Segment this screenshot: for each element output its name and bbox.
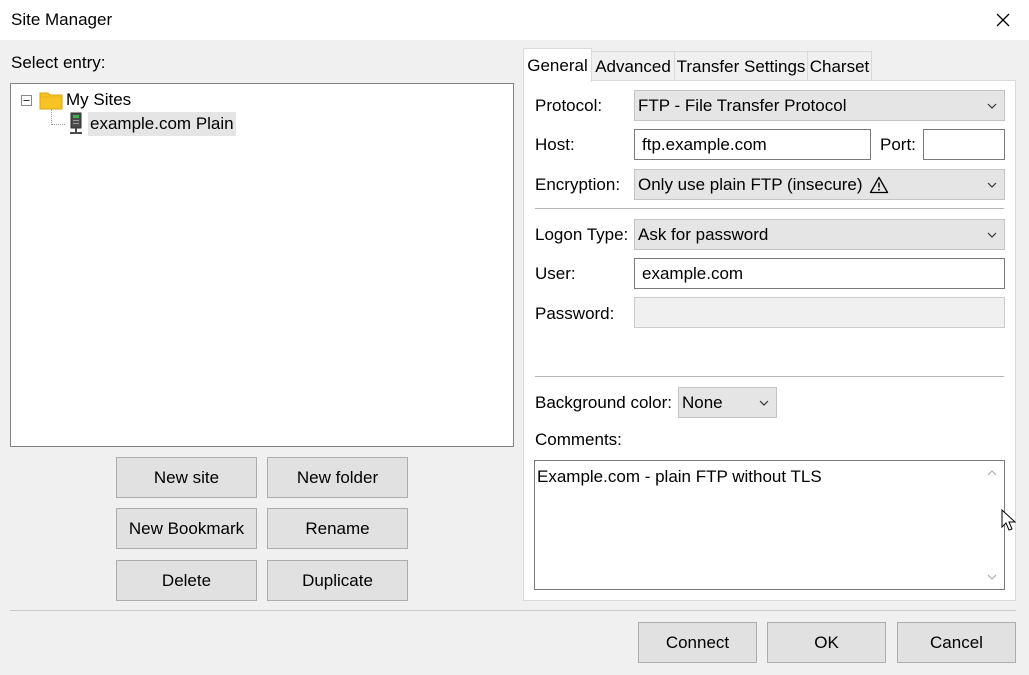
duplicate-button[interactable]: Duplicate: [267, 560, 408, 601]
separator: [535, 376, 1004, 377]
scroll-up-icon[interactable]: [986, 469, 998, 477]
user-input[interactable]: example.com: [634, 258, 1005, 289]
host-label: Host:: [535, 135, 575, 154]
tab-advanced[interactable]: Advanced: [591, 51, 675, 81]
encryption-value: Only use plain FTP (insecure): [638, 174, 863, 194]
tab-general[interactable]: General: [523, 48, 592, 82]
comments-textarea[interactable]: Example.com - plain FTP without TLS: [534, 460, 1005, 590]
footer-separator: [10, 610, 1016, 611]
chevron-down-icon: [986, 102, 998, 110]
connect-button[interactable]: Connect: [638, 622, 757, 663]
host-input[interactable]: ftp.example.com: [634, 129, 871, 160]
mouse-cursor-icon: [1001, 508, 1017, 538]
encryption-select[interactable]: Only use plain FTP (insecure): [634, 169, 1005, 200]
server-icon: [67, 112, 85, 136]
protocol-label: Protocol:: [535, 96, 603, 115]
tab-transfer-settings[interactable]: Transfer Settings: [674, 51, 808, 81]
ok-button[interactable]: OK: [767, 622, 886, 663]
logon-type-select[interactable]: Ask for password: [634, 219, 1005, 250]
site-tree[interactable]: My Sites example.com Plain: [10, 83, 514, 447]
chevron-down-icon: [986, 231, 998, 239]
chevron-down-icon: [986, 181, 998, 189]
delete-button[interactable]: Delete: [116, 560, 257, 601]
background-color-select[interactable]: None: [678, 387, 777, 418]
rename-button[interactable]: Rename: [267, 508, 408, 549]
folder-icon: [39, 90, 63, 110]
comments-label: Comments:: [535, 430, 622, 449]
collapse-icon: [20, 94, 32, 106]
logon-type-label: Logon Type:: [535, 225, 629, 244]
warning-icon: [869, 176, 889, 194]
logon-type-value: Ask for password: [638, 224, 769, 244]
tree-expander-icon[interactable]: [19, 93, 33, 107]
password-input-disabled: [634, 297, 1005, 328]
tree-item-label: My Sites: [66, 90, 132, 109]
host-value: ftp.example.com: [642, 134, 767, 154]
protocol-select[interactable]: FTP - File Transfer Protocol: [634, 90, 1005, 121]
new-bookmark-button[interactable]: New Bookmark: [116, 508, 257, 549]
background-color-value: None: [682, 392, 723, 412]
tree-item-site[interactable]: example.com Plain: [67, 111, 236, 137]
user-value: example.com: [642, 263, 744, 283]
chevron-down-icon: [758, 399, 770, 407]
tree-connector-horizontal: [51, 124, 65, 126]
close-icon: [996, 13, 1010, 27]
scroll-down-icon[interactable]: [986, 573, 998, 581]
title-bar: Site Manager: [0, 0, 1029, 40]
tree-item-my-sites[interactable]: My Sites: [19, 88, 131, 112]
tab-charset[interactable]: Charset: [807, 51, 872, 81]
select-entry-label: Select entry:: [11, 53, 106, 72]
comments-text: Example.com - plain FTP without TLS: [537, 467, 822, 486]
protocol-value: FTP - File Transfer Protocol: [638, 95, 847, 115]
new-folder-button[interactable]: New folder: [267, 457, 408, 498]
new-site-button[interactable]: New site: [116, 457, 257, 498]
separator: [535, 208, 1004, 209]
port-input[interactable]: [923, 129, 1005, 160]
close-button[interactable]: [986, 4, 1020, 36]
background-color-label: Background color:: [535, 393, 673, 412]
encryption-label: Encryption:: [535, 175, 621, 194]
window-title: Site Manager: [11, 10, 113, 29]
cancel-button[interactable]: Cancel: [897, 622, 1016, 663]
tree-item-label-selected: example.com Plain: [88, 112, 236, 136]
port-label: Port:: [880, 135, 916, 154]
user-label: User:: [535, 264, 576, 283]
password-label: Password:: [535, 304, 615, 323]
